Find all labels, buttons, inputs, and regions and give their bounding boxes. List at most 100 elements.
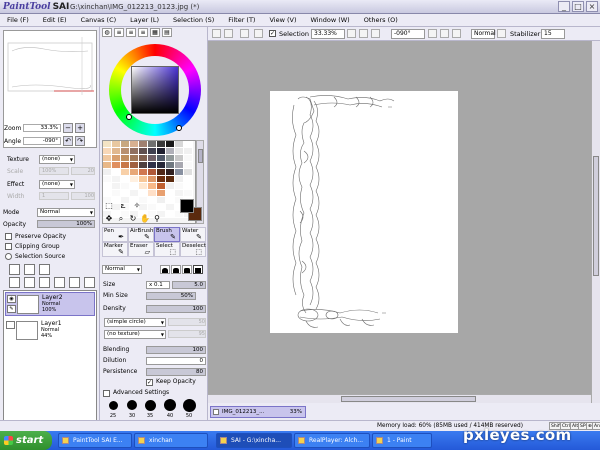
color-swatch[interactable] bbox=[121, 155, 130, 162]
menu-others[interactable]: Others (O) bbox=[357, 14, 405, 26]
keep-opacity-checkbox[interactable]: ✓ bbox=[146, 379, 153, 386]
minimize-button[interactable]: _ bbox=[558, 1, 570, 12]
advanced-settings-row[interactable]: Advanced Settings bbox=[102, 388, 206, 398]
intermediate-color-tab-icon[interactable]: ≡ bbox=[138, 28, 148, 37]
toggle-button-2[interactable] bbox=[254, 29, 263, 38]
color-swatch[interactable] bbox=[139, 183, 148, 190]
task-painttool[interactable]: PaintTool SAI E... bbox=[58, 433, 132, 448]
stabilizer-select[interactable]: 15 bbox=[541, 29, 565, 39]
task-realplayer[interactable]: RealPlayer: Alch... bbox=[294, 433, 370, 448]
magic-wand-icon[interactable]: ✧ bbox=[132, 201, 142, 211]
color-swatch[interactable] bbox=[157, 148, 166, 155]
color-swatch[interactable] bbox=[130, 148, 139, 155]
menu-edit[interactable]: Edit (E) bbox=[36, 14, 74, 26]
color-swatch[interactable] bbox=[121, 162, 130, 169]
selection-source-radio[interactable] bbox=[5, 253, 12, 260]
color-swatch[interactable] bbox=[175, 141, 184, 148]
color-swatch[interactable] bbox=[184, 141, 193, 148]
title-bar[interactable]: PaintTool SAI G:\xinchan\IMG_012213_0123.… bbox=[0, 0, 600, 14]
brush-size-preset-30[interactable] bbox=[127, 400, 137, 410]
zoom-field[interactable]: 33.33% bbox=[311, 29, 345, 39]
color-swatch[interactable] bbox=[139, 176, 148, 183]
zoom-out-button[interactable]: − bbox=[63, 123, 73, 133]
close-button[interactable]: × bbox=[586, 1, 598, 12]
copy-layer-icon[interactable] bbox=[9, 277, 20, 288]
color-swatch[interactable] bbox=[148, 190, 157, 197]
color-swatch[interactable] bbox=[139, 162, 148, 169]
brush-deselect[interactable]: Deselect ⬚ bbox=[180, 242, 206, 257]
color-swatch[interactable] bbox=[157, 155, 166, 162]
hsv-slider-tab-icon[interactable]: ≡ bbox=[126, 28, 136, 37]
color-indicator[interactable] bbox=[180, 199, 204, 225]
clear-layer-icon[interactable] bbox=[39, 277, 50, 288]
color-swatch[interactable] bbox=[112, 176, 121, 183]
move-icon[interactable]: ✥ bbox=[104, 214, 114, 224]
color-swatch[interactable] bbox=[157, 190, 166, 197]
color-swatch[interactable] bbox=[166, 148, 175, 155]
menu-window[interactable]: Window (W) bbox=[304, 14, 357, 26]
scale-slider[interactable]: 100% bbox=[39, 167, 69, 175]
maximize-button[interactable]: □ bbox=[572, 1, 584, 12]
color-swatch[interactable] bbox=[139, 141, 148, 148]
color-swatch[interactable] bbox=[112, 155, 121, 162]
color-swatch[interactable] bbox=[130, 141, 139, 148]
brush-shape-2[interactable] bbox=[171, 265, 181, 274]
color-swatch[interactable] bbox=[121, 183, 130, 190]
size-multiplier[interactable]: x 0.1 bbox=[146, 281, 170, 289]
color-swatch[interactable] bbox=[130, 169, 139, 176]
zoom-in-button[interactable]: + bbox=[75, 123, 85, 133]
persistence-slider[interactable]: 80 bbox=[146, 368, 206, 376]
hand-icon[interactable]: ✋ bbox=[140, 214, 150, 224]
blending-slider[interactable]: 100 bbox=[146, 346, 206, 354]
color-swatch[interactable] bbox=[184, 162, 193, 169]
texture-select[interactable]: (none) bbox=[39, 155, 75, 164]
width-slider[interactable]: 1 bbox=[39, 192, 69, 200]
task-paint[interactable]: 1 - Paint bbox=[372, 433, 432, 448]
rect-select-icon[interactable]: ⬚ bbox=[104, 201, 114, 211]
preserve-opacity-checkbox[interactable] bbox=[5, 233, 12, 240]
scratchpad-tab-icon[interactable]: ▤ bbox=[162, 28, 172, 37]
rotate-cw-button[interactable]: ↷ bbox=[75, 136, 85, 146]
color-swatch[interactable] bbox=[148, 162, 157, 169]
color-swatch[interactable] bbox=[184, 155, 193, 162]
rotate-icon[interactable]: ↻ bbox=[128, 214, 138, 224]
color-swatch[interactable] bbox=[139, 148, 148, 155]
foreground-color[interactable] bbox=[180, 199, 194, 213]
color-swatch[interactable] bbox=[130, 190, 139, 197]
swatch-tab-icon[interactable]: ▦ bbox=[150, 28, 160, 37]
color-swatch[interactable] bbox=[148, 176, 157, 183]
brush-shape-4[interactable] bbox=[193, 265, 203, 274]
color-swatch[interactable] bbox=[184, 190, 193, 197]
color-swatch[interactable] bbox=[157, 183, 166, 190]
color-swatch[interactable] bbox=[157, 169, 166, 176]
angle-field[interactable]: -090° bbox=[391, 29, 425, 39]
color-swatch[interactable] bbox=[121, 190, 130, 197]
brush-brush[interactable]: Brush ✎ bbox=[154, 227, 180, 242]
toggle-button-1[interactable] bbox=[240, 29, 249, 38]
advanced-settings-checkbox[interactable] bbox=[103, 390, 110, 397]
brush-size-preset-25[interactable] bbox=[109, 401, 118, 410]
menu-view[interactable]: View (V) bbox=[262, 14, 303, 26]
color-swatch[interactable] bbox=[175, 176, 184, 183]
rotate-right-button[interactable] bbox=[440, 29, 449, 38]
brush-eraser[interactable]: Eraser ▱ bbox=[128, 242, 154, 257]
color-swatch[interactable] bbox=[175, 148, 184, 155]
new-folder-icon[interactable] bbox=[39, 264, 50, 275]
menu-selection[interactable]: Selection (S) bbox=[166, 14, 221, 26]
color-swatch[interactable] bbox=[184, 176, 193, 183]
color-swatch[interactable] bbox=[175, 169, 184, 176]
color-swatch[interactable] bbox=[166, 169, 175, 176]
blend-mode-field[interactable]: Normal bbox=[471, 29, 496, 39]
hue-picker-handle[interactable] bbox=[126, 114, 132, 120]
color-swatch[interactable] bbox=[130, 155, 139, 162]
delete-layer-icon[interactable] bbox=[54, 277, 65, 288]
value-picker-handle[interactable] bbox=[176, 125, 182, 131]
color-swatch[interactable] bbox=[184, 169, 193, 176]
flip-button[interactable] bbox=[497, 29, 506, 38]
document-tab[interactable]: IMG_012213_... 33% bbox=[210, 406, 306, 418]
menu-layer[interactable]: Layer (L) bbox=[123, 14, 166, 26]
color-swatch[interactable] bbox=[112, 141, 121, 148]
color-swatch[interactable] bbox=[184, 183, 193, 190]
canvas-vertical-scrollbar[interactable] bbox=[591, 41, 600, 403]
color-swatch[interactable] bbox=[112, 162, 121, 169]
